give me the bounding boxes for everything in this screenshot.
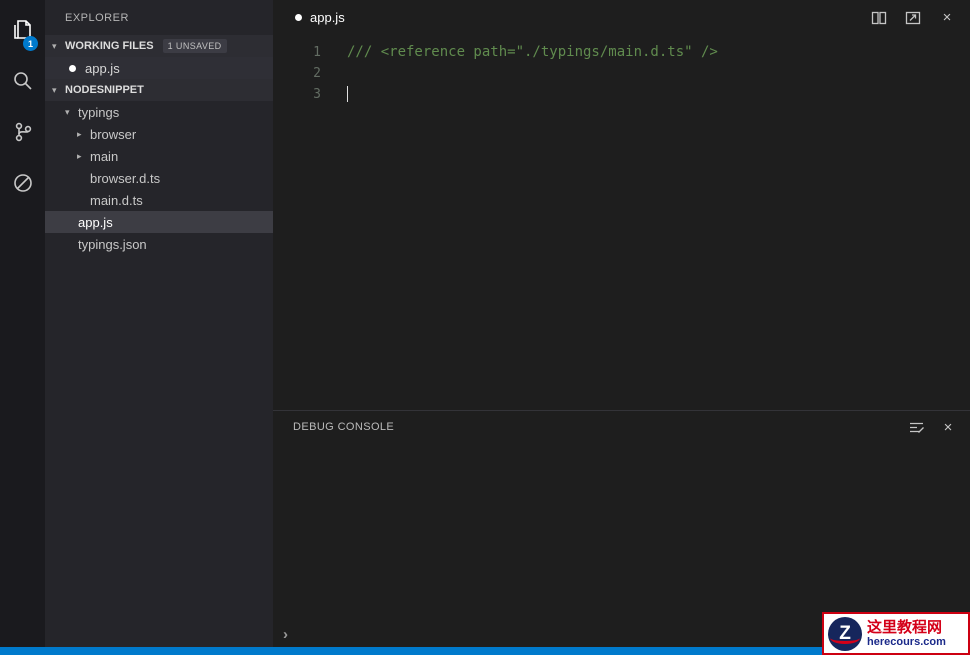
editor-actions: × (870, 9, 956, 27)
debug-icon (10, 170, 36, 199)
unsaved-badge: 1 UNSAVED (162, 39, 227, 53)
project-section-header[interactable]: ▾ NODESNIPPET (45, 79, 273, 101)
activity-debug-button[interactable] (0, 159, 45, 210)
editor-group: app.js × 1 /// <reference path="./typing… (273, 0, 970, 647)
tree-item-label: main.d.ts (90, 192, 143, 208)
code-line: 3 (273, 84, 970, 105)
working-file-label: app.js (85, 60, 120, 76)
panel-header: DEBUG CONSOLE × (273, 411, 970, 443)
chevron-down-icon: ▾ (52, 84, 57, 95)
tree-item-browser[interactable]: ▸ browser (45, 123, 273, 145)
close-panel-icon[interactable]: × (939, 418, 957, 436)
open-preview-icon[interactable] (904, 9, 922, 27)
panel-actions: × (907, 418, 957, 436)
site-watermark: Z 这里教程网 herecours.com (822, 612, 970, 655)
tree-item-appjs[interactable]: app.js (45, 211, 273, 233)
tree-item-main[interactable]: ▸ main (45, 145, 273, 167)
tree-item-label: typings (78, 104, 120, 120)
editor-title-bar: app.js × (273, 0, 970, 35)
activity-bar: 1 (0, 0, 45, 647)
tree-item-typings-json[interactable]: typings.json (45, 233, 273, 255)
tab-label: app.js (310, 10, 345, 25)
line-number: 1 (313, 45, 321, 60)
file-tree: ▾ typings ▸ browser ▸ main browser.d.ts … (45, 101, 273, 255)
tree-item-label: browser (90, 126, 137, 142)
chevron-right-icon: ▸ (77, 128, 82, 139)
dirty-indicator (69, 64, 76, 72)
sidebar-title: EXPLORER (65, 11, 129, 24)
chevron-down-icon: ▾ (65, 106, 70, 117)
sidebar-explorer: EXPLORER ▾ WORKING FILES 1 UNSAVED app.j… (45, 0, 273, 647)
chevron-down-icon: ▾ (52, 40, 57, 51)
explorer-badge: 1 (23, 36, 38, 51)
watermark-logo: Z (828, 616, 862, 651)
chevron-right-icon: ▸ (77, 150, 82, 161)
line-number: 2 (313, 66, 321, 81)
search-icon (10, 68, 36, 97)
git-branch-icon (10, 119, 36, 148)
watermark-title: 这里教程网 (867, 618, 943, 636)
console-prompt-chevron-icon: › (283, 625, 288, 643)
code-text-comment: /// <reference path="./typings/main.d.ts… (347, 44, 718, 60)
tree-item-label: app.js (78, 214, 113, 230)
activity-search-button[interactable] (0, 57, 45, 108)
console-output-area[interactable] (273, 443, 970, 621)
tree-item-label: typings.json (78, 236, 147, 252)
clear-console-icon[interactable] (907, 418, 925, 436)
text-cursor (347, 86, 348, 102)
code-line: 2 (273, 63, 970, 84)
watermark-subtitle: herecours.com (867, 635, 946, 648)
tab-appjs[interactable]: app.js (295, 10, 345, 25)
watermark-text: 这里教程网 herecours.com (867, 619, 946, 649)
tree-item-main-dts[interactable]: main.d.ts (45, 189, 273, 211)
line-number: 3 (313, 87, 321, 102)
working-file-appjs[interactable]: app.js (45, 57, 273, 79)
code-editor[interactable]: 1 /// <reference path="./typings/main.d.… (273, 35, 970, 410)
activity-git-button[interactable] (0, 108, 45, 159)
watermark-logo-letter: Z (839, 622, 851, 644)
dirty-indicator (295, 14, 302, 21)
working-files-label: WORKING FILES (65, 40, 154, 52)
split-editor-icon[interactable] (870, 9, 888, 27)
activity-explorer-button[interactable]: 1 (0, 6, 45, 57)
tree-item-browser-dts[interactable]: browser.d.ts (45, 167, 273, 189)
tree-item-label: main (90, 148, 119, 164)
tree-item-label: browser.d.ts (90, 170, 161, 186)
working-files-header[interactable]: ▾ WORKING FILES 1 UNSAVED (45, 35, 273, 57)
vscode-window: 1 EXPLORER ▾ WORKING FILES 1 UNSAVED app… (0, 0, 970, 647)
tree-item-typings[interactable]: ▾ typings (45, 101, 273, 123)
code-line: 1 /// <reference path="./typings/main.d.… (273, 42, 970, 63)
close-editor-icon[interactable]: × (938, 9, 956, 27)
project-name-label: NODESNIPPET (65, 84, 144, 96)
panel-title-debug-console[interactable]: DEBUG CONSOLE (293, 421, 394, 433)
